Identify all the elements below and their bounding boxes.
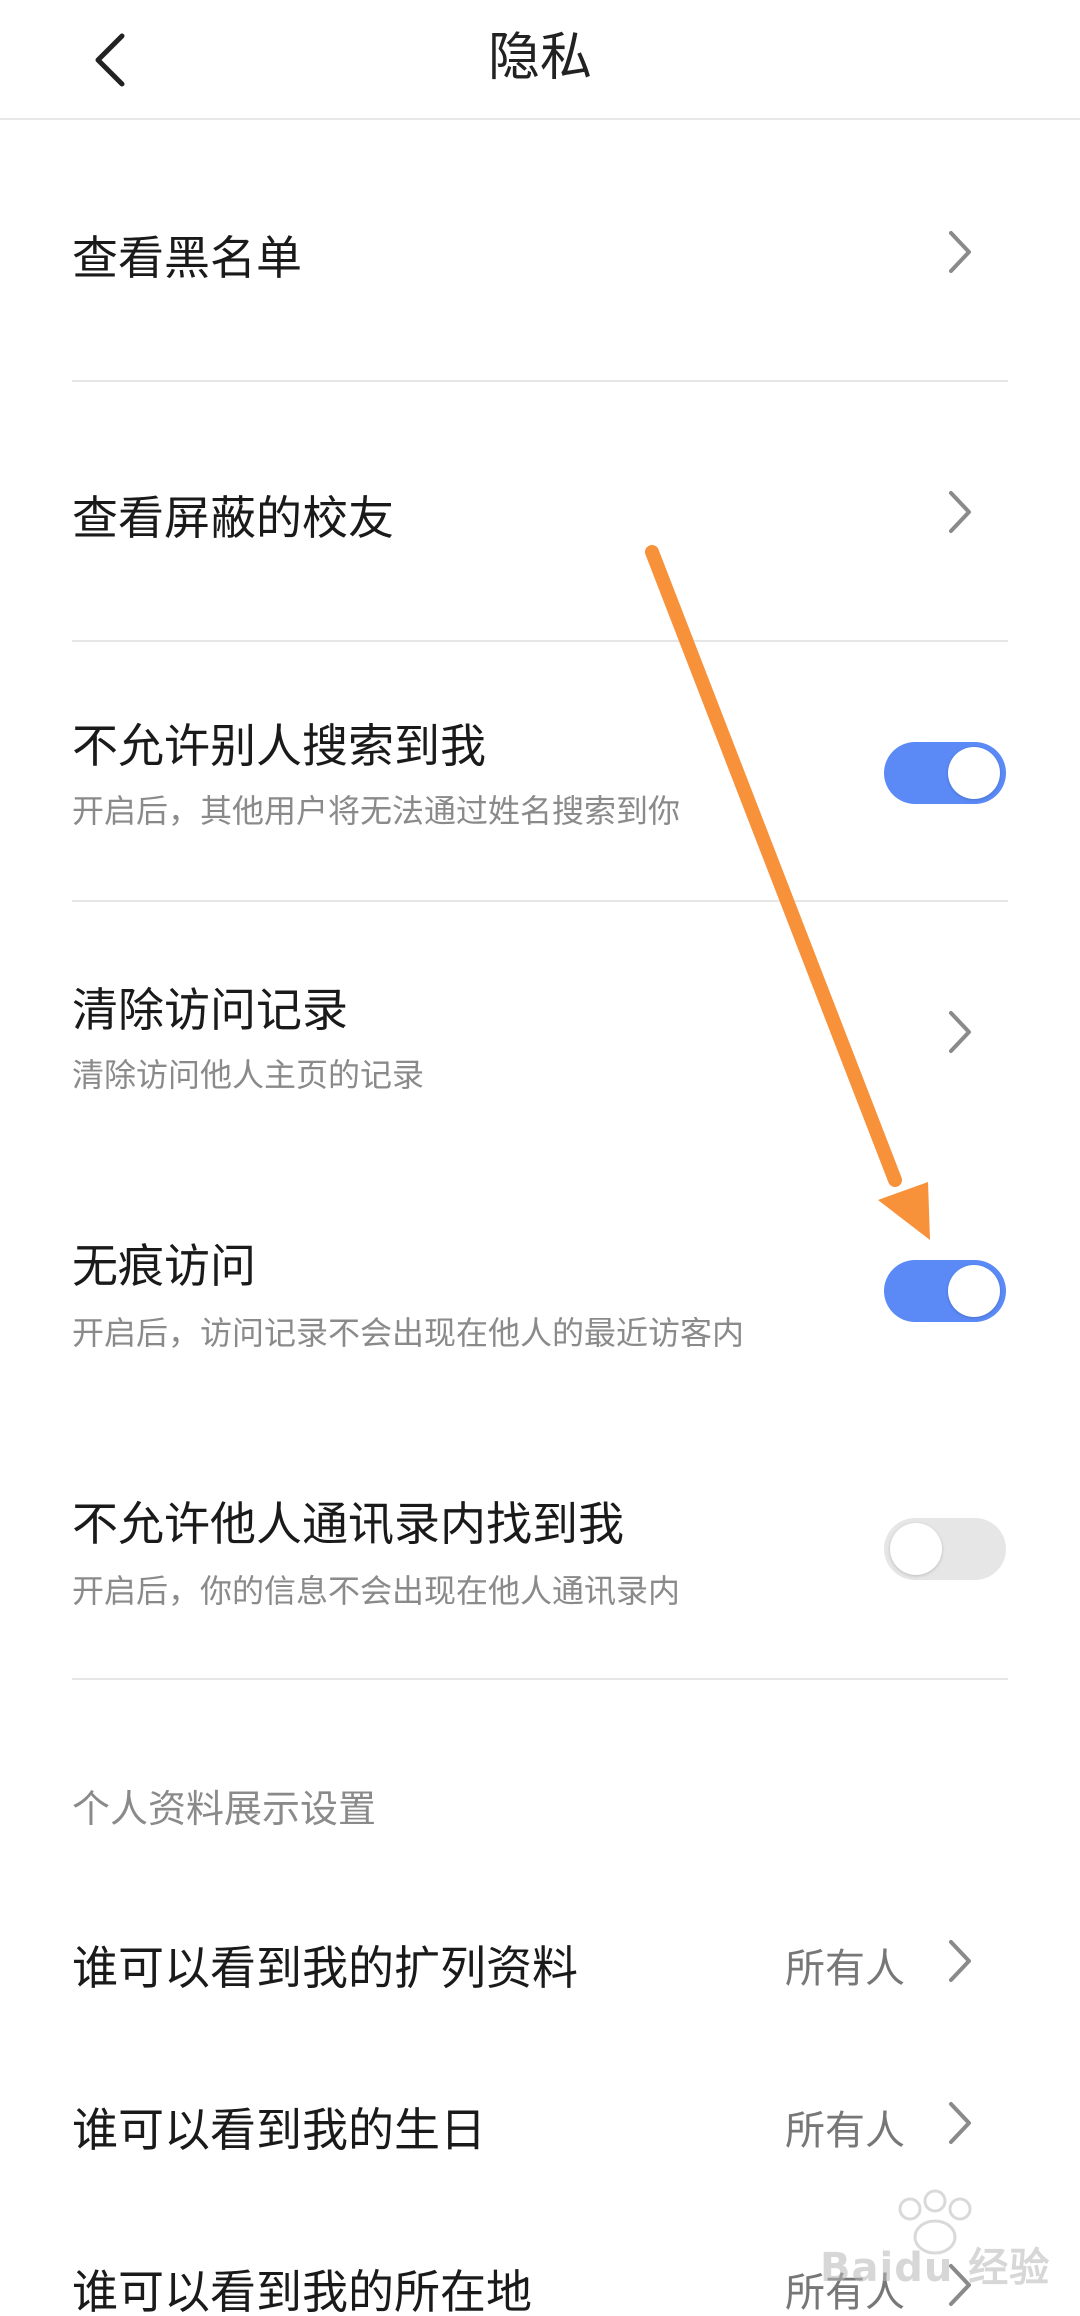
incognito-visit-row: 无痕访问 开启后，访问记录不会出现在他人的最近访客内 <box>0 1162 1080 1420</box>
clear-visit-history-description: 清除访问他人主页的记录 <box>72 1056 425 1094</box>
watermark-text: Baidu 经验 <box>820 2245 1051 2291</box>
disallow-contacts-description: 开启后，你的信息不会出现在他人通讯录内 <box>72 1572 681 1610</box>
clear-visit-history-row[interactable]: 清除访问记录 清除访问他人主页的记录 <box>0 902 1080 1160</box>
disallow-contacts-label: 不允许他人通讯录内找到我 <box>72 1497 624 1551</box>
profile-visibility-row[interactable]: 谁可以看到我的扩列资料 所有人 <box>0 1880 1080 2040</box>
chevron-right-icon <box>940 487 980 537</box>
toggle-knob <box>948 1265 1000 1317</box>
chevron-right-icon <box>940 1936 980 1986</box>
page-title: 隐私 <box>487 28 592 88</box>
top-bar: 隐私 <box>0 0 1080 120</box>
view-blacklist-label: 查看黑名单 <box>72 231 302 285</box>
toggle-knob <box>890 1523 942 1575</box>
chevron-right-icon <box>940 2098 980 2148</box>
chevron-right-icon <box>940 1007 980 1057</box>
birthday-visibility-value: 所有人 <box>785 2108 905 2154</box>
birthday-visibility-label: 谁可以看到我的生日 <box>72 2103 486 2157</box>
privacy-settings-page: 隐私 查看黑名单 查看屏蔽的校友 不允许别人搜索到我 开启后，其他用户将无法通过… <box>0 0 1080 2316</box>
view-blocked-alumni-row[interactable]: 查看屏蔽的校友 <box>0 382 1080 640</box>
view-blocked-alumni-label: 查看屏蔽的校友 <box>72 491 394 545</box>
disallow-search-description: 开启后，其他用户将无法通过姓名搜索到你 <box>72 792 681 830</box>
birthday-visibility-row[interactable]: 谁可以看到我的生日 所有人 <box>0 2042 1080 2202</box>
profile-visibility-label: 谁可以看到我的扩列资料 <box>72 1941 578 1995</box>
location-visibility-label: 谁可以看到我的所在地 <box>72 2265 532 2316</box>
disallow-search-toggle[interactable] <box>884 742 1006 804</box>
profile-display-section-title: 个人资料展示设置 <box>72 1787 377 1831</box>
divider <box>72 1678 1008 1680</box>
disallow-contacts-toggle[interactable] <box>884 1518 1006 1580</box>
profile-visibility-value: 所有人 <box>785 1946 905 1992</box>
toggle-knob <box>948 747 1000 799</box>
disallow-contacts-row: 不允许他人通讯录内找到我 开启后，你的信息不会出现在他人通讯录内 <box>0 1420 1080 1678</box>
incognito-visit-label: 无痕访问 <box>72 1239 256 1293</box>
incognito-visit-toggle[interactable] <box>884 1260 1006 1322</box>
baidu-watermark: Baidu 经验 <box>820 2189 1060 2305</box>
clear-visit-history-label: 清除访问记录 <box>72 983 348 1037</box>
view-blacklist-row[interactable]: 查看黑名单 <box>0 122 1080 380</box>
chevron-right-icon <box>940 227 980 277</box>
disallow-search-row: 不允许别人搜索到我 开启后，其他用户将无法通过姓名搜索到你 <box>0 642 1080 900</box>
disallow-search-label: 不允许别人搜索到我 <box>72 719 486 773</box>
incognito-visit-description: 开启后，访问记录不会出现在他人的最近访客内 <box>72 1314 745 1352</box>
